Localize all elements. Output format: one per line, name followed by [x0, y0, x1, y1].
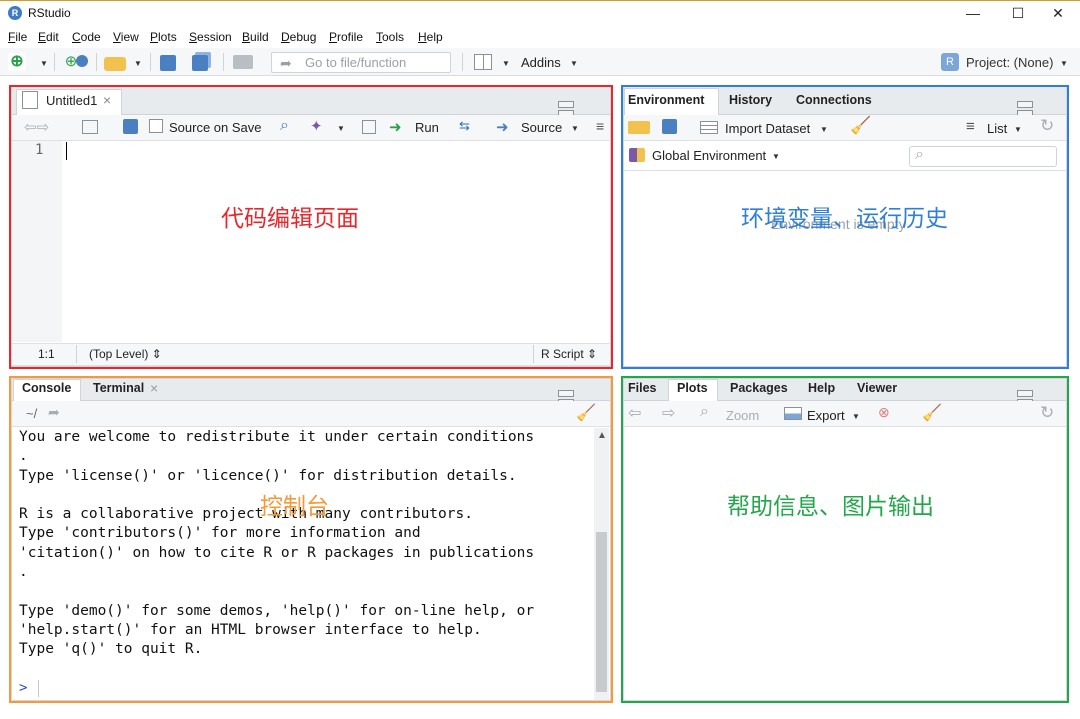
- new-file-dropdown-icon[interactable]: ▼: [40, 59, 48, 68]
- addins-menu[interactable]: Addins: [521, 55, 561, 70]
- open-folder-icon[interactable]: [104, 57, 126, 71]
- new-file-icon[interactable]: ⊕: [8, 53, 26, 71]
- menu-plots[interactable]: Plots: [150, 30, 177, 44]
- menu-help[interactable]: Help: [418, 30, 443, 44]
- toolbar-separator: [54, 53, 55, 71]
- minimize-button[interactable]: —: [962, 3, 984, 23]
- console-annotation: 控制台: [260, 494, 329, 520]
- help-annotation: 帮助信息、图片输出: [727, 494, 934, 520]
- project-dropdown-icon[interactable]: ▼: [1060, 59, 1068, 68]
- toolbar-separator: [96, 53, 97, 71]
- addins-dropdown-icon[interactable]: ▼: [570, 59, 578, 68]
- menu-build[interactable]: Build: [242, 30, 269, 44]
- toolbar-separator: [150, 53, 151, 71]
- project-icon: R: [941, 53, 959, 71]
- go-to-file-placeholder: Go to file/function: [305, 55, 407, 70]
- panes-dropdown-icon[interactable]: ▼: [502, 59, 510, 68]
- save-all-icon[interactable]: [192, 55, 208, 71]
- menu-profile[interactable]: Profile: [329, 30, 363, 44]
- console-highlight-box: [9, 376, 613, 703]
- menu-edit[interactable]: Edit: [38, 30, 59, 44]
- project-cube-icon: [76, 55, 88, 67]
- editor-annotation: 代码编辑页面: [221, 206, 359, 232]
- rstudio-logo-icon: R: [8, 6, 22, 20]
- menu-bar: File Edit Code View Plots Session Build …: [0, 27, 1080, 48]
- menu-file[interactable]: File: [8, 30, 27, 44]
- environment-annotation: 环境变量、运行历史: [741, 206, 948, 232]
- window-title: RStudio: [28, 6, 71, 20]
- menu-session[interactable]: Session: [189, 30, 232, 44]
- help-highlight-box: [621, 376, 1069, 703]
- project-menu[interactable]: Project: (None): [966, 55, 1053, 70]
- maximize-button[interactable]: ☐: [1007, 3, 1029, 23]
- title-bar: [0, 0, 1080, 27]
- menu-view[interactable]: View: [113, 30, 139, 44]
- close-button[interactable]: ✕: [1047, 3, 1069, 23]
- open-dropdown-icon[interactable]: ▼: [134, 59, 142, 68]
- toolbar-separator: [223, 53, 224, 71]
- menu-debug[interactable]: Debug: [281, 30, 316, 44]
- toolbar-separator: [462, 53, 463, 71]
- menu-code[interactable]: Code: [72, 30, 101, 44]
- workspace-panes-icon[interactable]: [474, 54, 492, 70]
- menu-tools[interactable]: Tools: [376, 30, 404, 44]
- print-icon[interactable]: [233, 55, 253, 69]
- go-to-arrow-icon: ➦: [280, 55, 292, 71]
- save-icon[interactable]: [160, 55, 176, 71]
